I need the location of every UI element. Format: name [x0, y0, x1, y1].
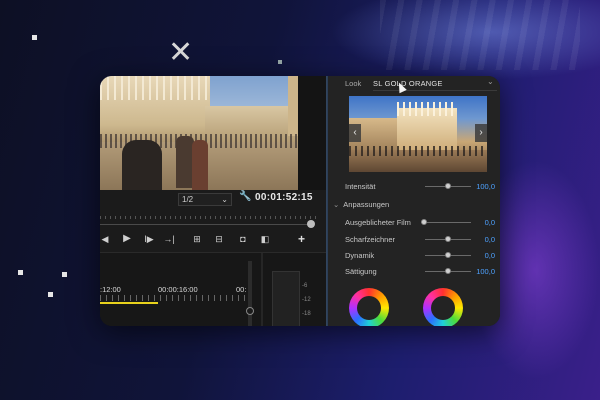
slider-label: Scharfzeichner: [345, 235, 396, 244]
faded-film-slider[interactable]: Ausgeblicheter Film 0,0: [333, 216, 497, 228]
ruler-label: 00:: [236, 285, 247, 294]
scrub-handle[interactable]: [307, 220, 315, 228]
wrench-icon[interactable]: 🔧: [239, 191, 251, 202]
insert-icon[interactable]: ⊞: [190, 232, 204, 246]
background-streaks: [380, 0, 580, 70]
step-forward-icon[interactable]: I▶: [142, 232, 156, 246]
decor-square: [48, 292, 53, 297]
look-preview: [349, 96, 487, 172]
chevron-left-icon[interactable]: ‹: [349, 124, 361, 142]
step-back-icon[interactable]: ◀︎: [100, 232, 112, 246]
play-icon[interactable]: ▶: [120, 232, 134, 246]
intensity-slider[interactable]: Intensität 100,0: [333, 180, 497, 192]
chevron-down-icon[interactable]: ⌄: [487, 77, 494, 86]
section-label: Anpassungen: [343, 200, 390, 209]
look-select[interactable]: SL GOLD ORANGE: [373, 79, 443, 88]
sharpen-slider[interactable]: Scharfzeichner 0,0: [333, 233, 497, 245]
resolution-select[interactable]: 1/2 ⌄: [178, 193, 232, 206]
scroll-knob[interactable]: [246, 307, 254, 315]
timeline-panel: :12:00 00:00:16:00 00: -6 -12 -18: [100, 252, 326, 326]
monitor-controls: 1/2 ⌄ 🔧 00:01:52:15: [100, 190, 326, 214]
go-to-out-icon[interactable]: →|: [162, 232, 176, 246]
timeline-ticks: [100, 295, 250, 301]
look-label: Look: [345, 79, 362, 88]
slider-knob[interactable]: [445, 183, 451, 189]
slider-track[interactable]: [421, 222, 471, 223]
slider-value[interactable]: 100,0: [476, 267, 495, 276]
meter-label: -18: [302, 311, 311, 317]
slider-value[interactable]: 0,0: [485, 235, 495, 244]
slider-label: Ausgeblicheter Film: [345, 218, 411, 227]
decor-square: [18, 270, 23, 275]
chevron-down-icon: ⌄: [221, 195, 228, 204]
look-row: Look SL GOLD ORANGE ⌄: [333, 77, 497, 91]
scrub-line: [100, 224, 310, 225]
shadow-tint-wheel[interactable]: [349, 288, 389, 326]
slider-label: Sättigung: [345, 267, 377, 276]
decor-square: [278, 60, 282, 64]
ruler-label: :12:00: [100, 285, 121, 294]
saturation-slider[interactable]: Sättigung 100,0: [333, 265, 497, 277]
timeline-ruler-labels: :12:00 00:00:16:00 00:: [100, 285, 250, 295]
camera-icon[interactable]: ◘: [236, 232, 250, 246]
timeline-scrollbar[interactable]: [248, 261, 252, 326]
overwrite-icon[interactable]: ⊟: [212, 232, 226, 246]
slider-value[interactable]: 0,0: [485, 251, 495, 260]
chevron-right-icon[interactable]: ›: [475, 124, 487, 142]
meter-label: -12: [302, 297, 311, 303]
timecode: 00:01:52:15: [255, 192, 313, 203]
work-area-bar[interactable]: [100, 302, 158, 304]
decor-square: [32, 35, 37, 40]
adjustments-header[interactable]: ⌄ Anpassungen: [333, 200, 389, 209]
slider-value[interactable]: 100,0: [476, 182, 495, 191]
meter-scale: -6 -12 -18: [302, 283, 322, 325]
decor-square: [62, 272, 67, 277]
plus-icon[interactable]: +: [298, 232, 305, 246]
meter-label: -6: [302, 283, 308, 289]
highlight-tint-wheel[interactable]: [423, 288, 463, 326]
lumetri-panel: Look SL GOLD ORANGE ⌄ ‹ › Intensität 100…: [326, 76, 500, 326]
slider-value[interactable]: 0,0: [485, 218, 495, 227]
slider-label: Dynamik: [345, 251, 375, 260]
slider-label: Intensität: [345, 182, 376, 191]
slider-knob[interactable]: [421, 219, 427, 225]
program-monitor: 1/2 ⌄ 🔧 00:01:52:15 ◀︎ ▶ I▶ →| ⊞ ⊟ ◘ ◧ +…: [100, 76, 326, 326]
slider-knob[interactable]: [445, 268, 451, 274]
close-decor-icon: ✕: [168, 35, 194, 70]
resolution-value: 1/2: [182, 195, 194, 204]
audio-meter: [272, 271, 300, 326]
vibrance-slider[interactable]: Dynamik 0,0: [333, 249, 497, 261]
slider-knob[interactable]: [445, 252, 451, 258]
compare-icon[interactable]: ◧: [258, 232, 272, 246]
ruler-label: 00:00:16:00: [158, 285, 198, 294]
chevron-down-icon: ⌄: [333, 200, 340, 209]
slider-knob[interactable]: [445, 236, 451, 242]
editor-window: 1/2 ⌄ 🔧 00:01:52:15 ◀︎ ▶ I▶ →| ⊞ ⊟ ◘ ◧ +…: [100, 76, 500, 326]
transport-controls: ◀︎ ▶ I▶ →| ⊞ ⊟ ◘ ◧: [100, 232, 326, 248]
video-frame: [100, 76, 298, 190]
